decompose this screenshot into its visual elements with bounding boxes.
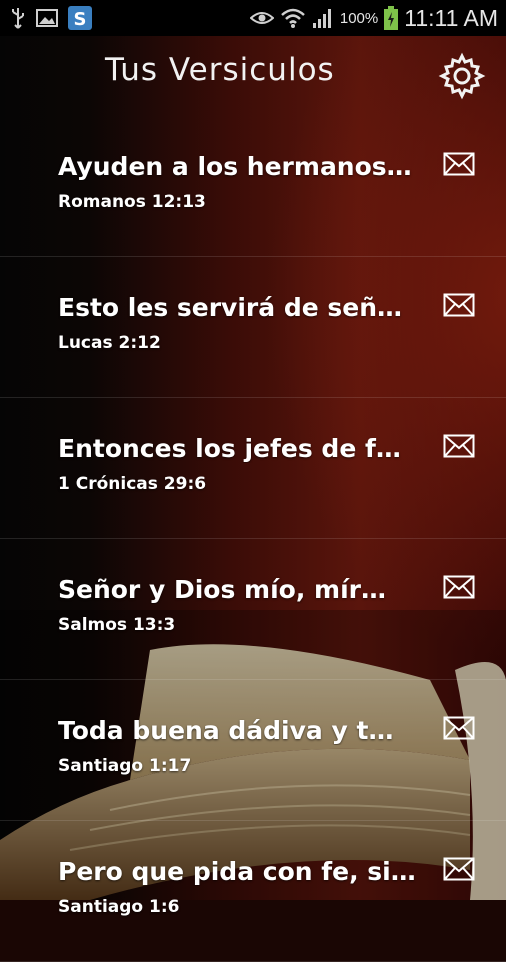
verse-reference: 1 Crónicas 29:6 [58,474,207,494]
battery-charging-icon [384,6,399,30]
image-icon [36,9,58,27]
envelope-icon[interactable] [443,857,475,881]
list-item[interactable]: Señor y Dios mío, mír… Salmos 13:3 [0,539,506,680]
list-item[interactable]: Toda buena dádiva y t… Santiago 1:17 [0,680,506,821]
list-item[interactable]: Esto les servirá de señ… Lucas 2:12 [0,257,506,398]
verse-reference: Lucas 2:12 [58,333,161,353]
envelope-icon[interactable] [443,434,475,458]
list-item[interactable]: Entonces los jefes de f… 1 Crónicas 29:6 [0,398,506,539]
wifi-icon [281,8,305,28]
verse-reference: Santiago 1:6 [58,897,180,917]
envelope-icon[interactable] [443,152,475,176]
gear-icon[interactable] [438,52,486,100]
verse-text: Señor y Dios mío, mír… [58,575,386,604]
verse-reference: Romanos 12:13 [58,192,206,212]
eye-icon [249,12,274,24]
list-item[interactable]: Pero que pida con fe, si… Santiago 1:6 [0,821,506,962]
verse-reference: Santiago 1:17 [58,756,192,776]
verse-text: Ayuden a los hermanos… [58,152,412,181]
status-bar: S 100% 11:11 AM [0,0,506,36]
list-item[interactable]: Ayuden a los hermanos… Romanos 12:13 [0,116,506,257]
verse-list: Ayuden a los hermanos… Romanos 12:13 Est… [0,116,506,962]
verse-text: Pero que pida con fe, si… [58,857,416,886]
svg-text:S: S [74,9,87,30]
verse-reference: Salmos 13:3 [58,615,176,635]
clock: 11:11 AM [404,4,498,31]
envelope-icon[interactable] [443,716,475,740]
envelope-icon[interactable] [443,575,475,599]
verse-text: Esto les servirá de señ… [58,293,403,322]
battery-percent: 100% [339,9,379,27]
verse-text: Toda buena dádiva y t… [58,716,394,745]
signal-icon [312,9,331,28]
app-s-icon: S [68,6,92,30]
envelope-icon[interactable] [443,293,475,317]
verse-text: Entonces los jefes de f… [58,434,401,463]
page-title: Tus Versiculos [105,52,335,88]
usb-icon [12,8,24,29]
